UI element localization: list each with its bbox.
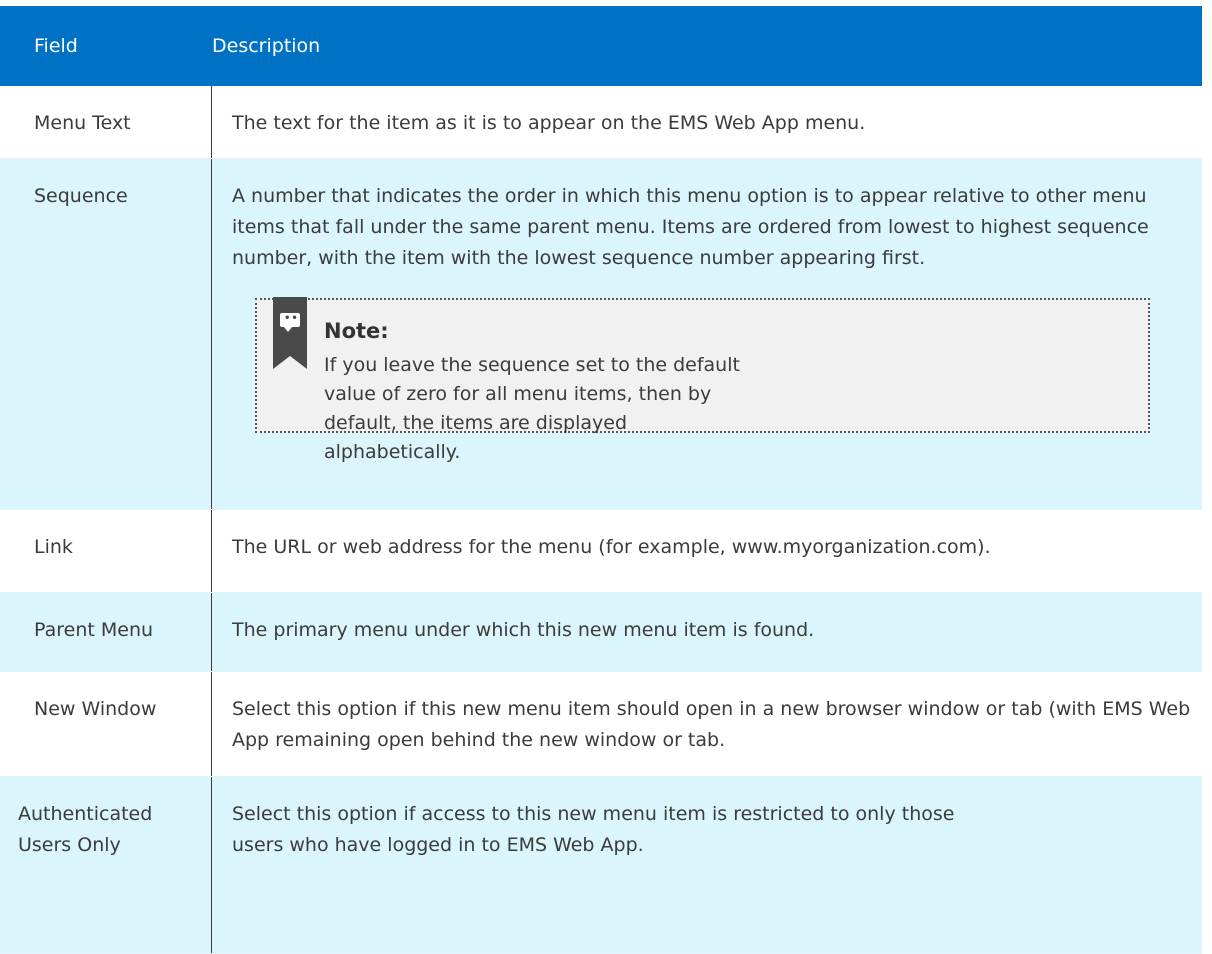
- field-cell: Link: [0, 510, 212, 592]
- note-title: Note:: [324, 319, 389, 343]
- description-cell: A number that indicates the order in whi…: [212, 159, 1202, 509]
- table-row: Authenticated Users Only Select this opt…: [0, 777, 1202, 954]
- note-body: If you leave the sequence set to the def…: [324, 354, 740, 463]
- field-cell: New Window: [0, 672, 212, 776]
- description-cell: Select this option if access to this new…: [232, 803, 955, 856]
- description-cell: The URL or web address for the menu (for…: [232, 536, 991, 558]
- speech-bubble-icon: •••: [280, 313, 305, 332]
- table-row: Link The URL or web address for the menu…: [0, 510, 1202, 593]
- description-cell: The text for the item as it is to appear…: [232, 112, 866, 134]
- note-box: ••• Note: If you leave the sequence set …: [255, 297, 1150, 463]
- description-cell: The primary menu under which this new me…: [232, 619, 815, 641]
- field-cell: Authenticated Users Only: [0, 777, 212, 953]
- table-row: New Window Select this option if this ne…: [0, 672, 1202, 777]
- description-text: A number that indicates the order in whi…: [232, 185, 1149, 269]
- table-row: Parent Menu The primary menu under which…: [0, 593, 1202, 672]
- note-icon: •••: [273, 297, 307, 369]
- table-row: Menu Text The text for the item as it is…: [0, 86, 1202, 159]
- field-cell: Menu Text: [0, 86, 212, 158]
- table-row: Sequence A number that indicates the ord…: [0, 159, 1202, 510]
- header-field: Field: [34, 35, 78, 57]
- header-description: Description: [212, 35, 321, 57]
- field-description-table: Field Description Menu Text The text for…: [0, 6, 1202, 954]
- field-cell: Parent Menu: [0, 593, 212, 671]
- description-cell: Select this option if this new menu item…: [232, 698, 1191, 751]
- table-header: Field Description: [0, 6, 1202, 86]
- field-cell: Sequence: [0, 159, 212, 509]
